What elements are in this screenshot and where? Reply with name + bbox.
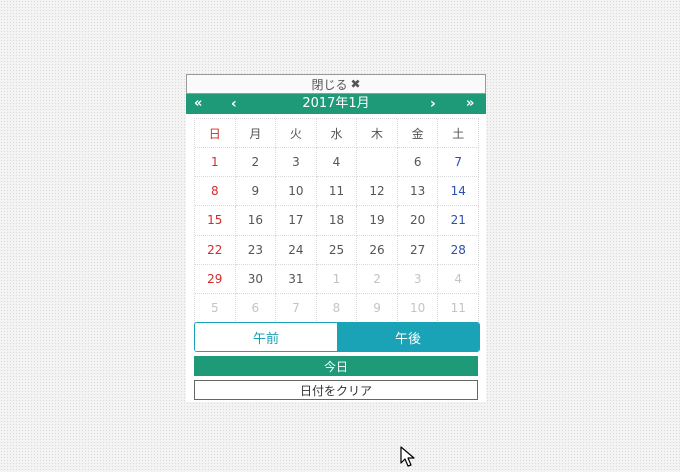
weekday-thu: 木	[357, 119, 398, 149]
close-icon: ✖	[350, 77, 361, 91]
next-month-button[interactable]: ›	[430, 94, 436, 114]
day-cell[interactable]: 22	[195, 235, 236, 265]
pm-option[interactable]: 午後	[337, 323, 479, 351]
am-option[interactable]: 午前	[195, 323, 337, 351]
day-cell-next-month[interactable]: 9	[357, 293, 398, 323]
am-pm-toggle: 午前 午後	[194, 322, 480, 352]
day-cell[interactable]: 29	[195, 264, 236, 294]
weekday-tue: 火	[276, 119, 317, 149]
day-cell[interactable]: 31	[276, 264, 317, 294]
day-cell[interactable]: 15	[195, 206, 236, 236]
next-year-button[interactable]: »	[466, 94, 474, 114]
day-cell[interactable]: 23	[235, 235, 277, 265]
day-cell-next-month[interactable]: 2	[357, 264, 398, 294]
day-cell[interactable]: 13	[397, 177, 439, 207]
day-cell[interactable]: 1	[195, 148, 236, 178]
weekday-mon: 月	[235, 119, 277, 149]
month-navigation: « ‹ 2017年1月 › »	[186, 94, 486, 114]
day-cell[interactable]: 18	[316, 206, 358, 236]
date-picker: 閉じる ✖ « ‹ 2017年1月 › » 日 月 火 水 木 金 土 1 2 …	[186, 74, 486, 402]
weekday-sun: 日	[195, 119, 236, 149]
day-cell-next-month[interactable]: 5	[195, 293, 236, 323]
day-cell[interactable]: 3	[276, 148, 317, 178]
day-cell[interactable]	[357, 148, 398, 178]
day-cell-next-month[interactable]: 11	[438, 293, 479, 323]
day-cell-next-month[interactable]: 7	[276, 293, 317, 323]
day-cell[interactable]: 24	[276, 235, 317, 265]
calendar-grid: 日 月 火 水 木 金 土 1 2 3 4 6 7 8 9 10 11 12 1…	[194, 118, 479, 323]
day-cell[interactable]: 8	[195, 177, 236, 207]
day-cell[interactable]: 19	[357, 206, 398, 236]
day-cell-next-month[interactable]: 3	[397, 264, 439, 294]
weekday-wed: 水	[316, 119, 358, 149]
day-cell[interactable]: 20	[397, 206, 439, 236]
weekday-sat: 土	[438, 119, 479, 149]
prev-month-button[interactable]: ‹	[231, 94, 237, 114]
today-button[interactable]: 今日	[194, 356, 478, 376]
day-cell-next-month[interactable]: 4	[438, 264, 479, 294]
day-cell-next-month[interactable]: 6	[235, 293, 277, 323]
day-cell[interactable]: 9	[235, 177, 277, 207]
day-cell[interactable]: 26	[357, 235, 398, 265]
close-button[interactable]: 閉じる ✖	[186, 74, 486, 94]
day-cell[interactable]: 21	[438, 206, 479, 236]
day-cell[interactable]: 10	[276, 177, 317, 207]
day-cell[interactable]: 6	[397, 148, 439, 178]
day-cell-next-month[interactable]: 10	[397, 293, 439, 323]
close-label: 閉じる	[311, 77, 348, 92]
mouse-cursor-icon	[400, 446, 415, 467]
day-cell[interactable]: 12	[357, 177, 398, 207]
day-cell[interactable]: 30	[235, 264, 277, 294]
day-cell-next-month[interactable]: 8	[316, 293, 358, 323]
prev-year-button[interactable]: «	[194, 94, 202, 114]
day-cell[interactable]: 27	[397, 235, 439, 265]
day-cell[interactable]: 14	[438, 177, 479, 207]
weekday-fri: 金	[397, 119, 439, 149]
day-cell[interactable]: 7	[438, 148, 479, 178]
clear-date-button[interactable]: 日付をクリア	[194, 380, 478, 400]
day-cell[interactable]: 11	[316, 177, 358, 207]
day-cell[interactable]: 17	[276, 206, 317, 236]
day-cell-next-month[interactable]: 1	[316, 264, 358, 294]
day-cell[interactable]: 28	[438, 235, 479, 265]
day-cell[interactable]: 16	[235, 206, 277, 236]
day-cell[interactable]: 25	[316, 235, 358, 265]
day-cell[interactable]: 4	[316, 148, 358, 178]
day-cell[interactable]: 2	[235, 148, 277, 178]
